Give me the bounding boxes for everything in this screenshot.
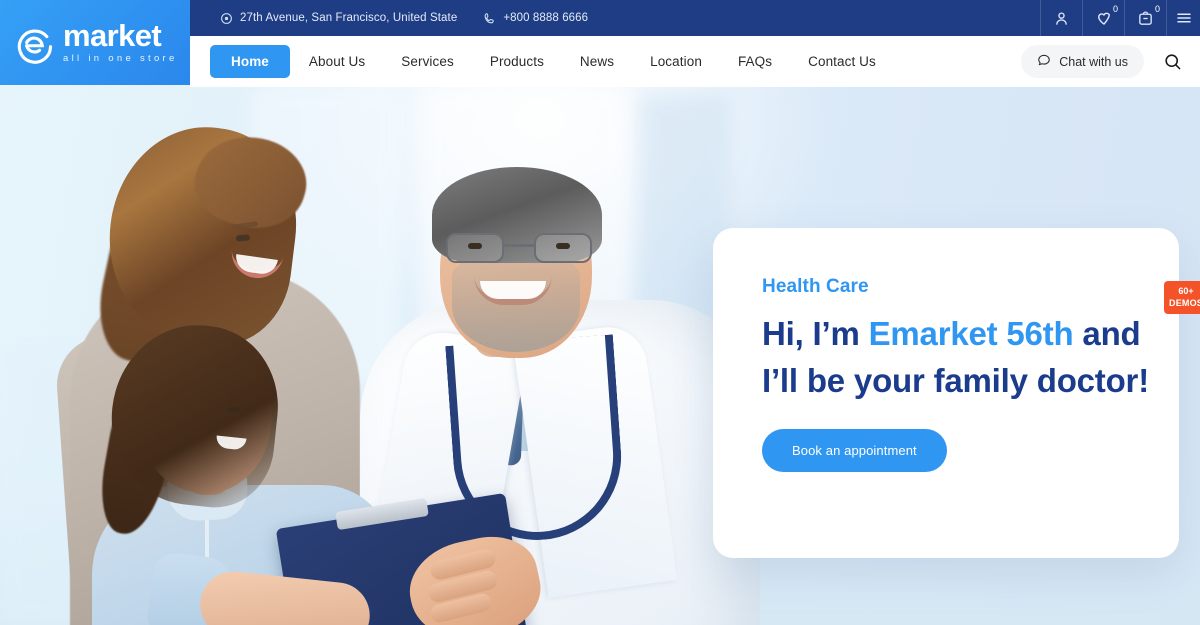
hero-photo: [0, 85, 760, 625]
nav-item-services[interactable]: Services: [384, 46, 471, 77]
location-pin-icon: [220, 12, 233, 25]
main-navigation: Home About Us Services Products News Loc…: [190, 36, 1200, 87]
hamburger-menu-icon[interactable]: [1166, 0, 1200, 36]
store-phone-text: +800 8888 6666: [503, 12, 589, 24]
chat-with-us-label: Chat with us: [1059, 54, 1128, 69]
hero-heading: Hi, I’m Emarket 56th and I’ll be your fa…: [762, 311, 1162, 405]
book-appointment-button[interactable]: Book an appointment: [762, 428, 947, 472]
top-bar-icons: 0 0: [1040, 0, 1200, 36]
chat-with-us-button[interactable]: Chat with us: [1021, 45, 1144, 78]
nav-items: Home About Us Services Products News Loc…: [210, 45, 893, 78]
circled-e-icon: [12, 21, 56, 65]
wishlist-icon[interactable]: 0: [1082, 0, 1124, 36]
wishlist-count: 0: [1112, 4, 1118, 14]
nav-item-faqs[interactable]: FAQs: [721, 46, 789, 77]
search-icon[interactable]: [1144, 36, 1200, 87]
site-logo[interactable]: market all in one store: [0, 0, 190, 85]
nav-item-news[interactable]: News: [563, 46, 631, 77]
cart-count: 0: [1154, 4, 1160, 14]
chat-bubble-icon: [1037, 53, 1051, 70]
cart-icon[interactable]: 0: [1124, 0, 1166, 36]
account-icon[interactable]: [1040, 0, 1082, 36]
store-phone[interactable]: +800 8888 6666: [483, 12, 588, 25]
top-bar-info: 27th Avenue, San Francisco, United State…: [220, 12, 588, 25]
phone-icon: [483, 12, 496, 25]
nav-item-contact-us[interactable]: Contact Us: [791, 46, 893, 77]
store-address: 27th Avenue, San Francisco, United State: [220, 12, 457, 25]
nav-right-actions: Chat with us: [1021, 36, 1200, 87]
hero-card: Health Care Hi, I’m Emarket 56th and I’l…: [713, 228, 1179, 558]
page-root: 27th Avenue, San Francisco, United State…: [0, 0, 1200, 625]
nav-item-about-us[interactable]: About Us: [292, 46, 382, 77]
nav-item-home[interactable]: Home: [210, 45, 290, 78]
nav-item-location[interactable]: Location: [633, 46, 719, 77]
hero-heading-accent: Emarket 56th: [868, 315, 1074, 352]
logo-text: market all in one store: [63, 17, 178, 65]
nav-item-products[interactable]: Products: [473, 46, 561, 77]
logo-name: market: [63, 17, 162, 53]
demos-label: DEMOS: [1169, 297, 1200, 308]
demos-badge[interactable]: 60+ DEMOS: [1164, 281, 1200, 314]
hero-eyebrow: Health Care: [762, 276, 869, 297]
demos-count: 60+: [1178, 286, 1194, 297]
store-address-text: 27th Avenue, San Francisco, United State: [240, 12, 458, 24]
logo-tagline: all in one store: [63, 53, 178, 65]
hero-heading-part1: Hi, I’m: [762, 315, 869, 352]
